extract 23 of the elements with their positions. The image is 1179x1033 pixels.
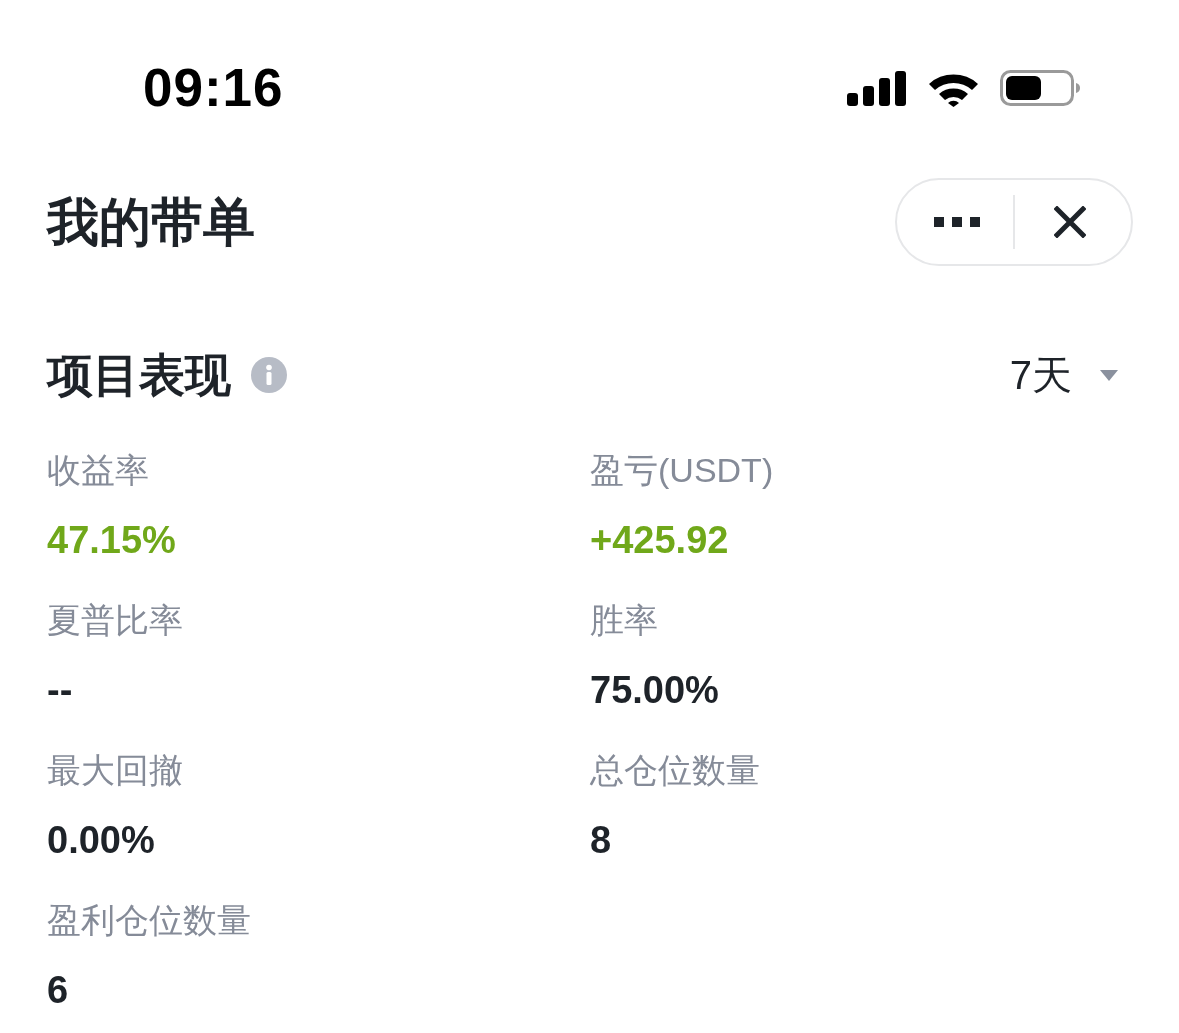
period-dropdown[interactable]: 7天 — [1009, 350, 1118, 400]
signal-icon — [847, 70, 907, 106]
metric-label: 夏普比率 — [47, 600, 183, 641]
metric-label: 总仓位数量 — [590, 750, 760, 791]
metric-label: 盈利仓位数量 — [47, 900, 251, 941]
page-title: 我的带单 — [47, 192, 255, 252]
metric-value: 0.00% — [47, 818, 155, 863]
metric-label: 最大回撤 — [47, 750, 183, 791]
metric-value: -- — [47, 668, 73, 713]
metric-label: 收益率 — [47, 450, 149, 491]
status-time: 09:16 — [143, 58, 284, 118]
section-title: 项目表现 — [47, 348, 231, 403]
metric-label: 胜率 — [590, 600, 658, 641]
battery-icon — [1000, 70, 1080, 106]
metric-label: 盈亏(USDT) — [590, 450, 774, 491]
metric-value: 8 — [590, 818, 612, 863]
more-icon — [934, 217, 980, 227]
metric-value: 47.15% — [47, 518, 176, 563]
metric-value: +425.92 — [590, 518, 729, 563]
caret-icon — [1100, 369, 1118, 381]
metric-value: 6 — [47, 968, 69, 1013]
metric-value: 75.00% — [590, 668, 719, 713]
close-icon — [1054, 206, 1086, 238]
